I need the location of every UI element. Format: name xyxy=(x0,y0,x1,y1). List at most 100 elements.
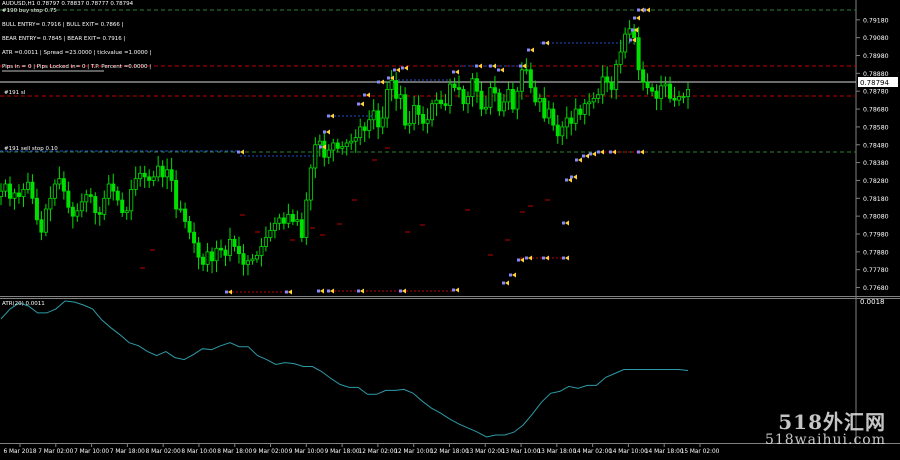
trade-arrow xyxy=(360,288,364,294)
time-tick-label: 14 Mar 10:00 xyxy=(609,449,648,455)
trade-arrow xyxy=(545,40,549,46)
candle-body-down xyxy=(183,208,188,222)
trade-arrow xyxy=(585,153,589,159)
candle xyxy=(34,188,39,225)
candle-body-up xyxy=(591,97,596,103)
candle xyxy=(272,217,277,239)
candle xyxy=(533,80,538,106)
trade-dot xyxy=(497,68,500,72)
candle-body-up xyxy=(106,183,111,199)
candle xyxy=(448,78,453,114)
candle-body-down xyxy=(609,81,614,90)
candle-body-down xyxy=(605,76,610,83)
candle xyxy=(528,62,533,94)
trade-dot xyxy=(570,175,573,179)
candle xyxy=(25,172,30,194)
candle xyxy=(88,188,93,204)
candle-body-down xyxy=(578,108,583,115)
candle xyxy=(326,144,331,165)
time-tick-label: 15 Mar 02:00 xyxy=(681,449,720,455)
time-tick-label: 14 Mar 02:00 xyxy=(573,449,612,455)
atr-axis-value: 0.0018 xyxy=(860,298,885,306)
price-axis: 0.79180 0.79080 0.78980 0.78880 0.78780 0.786… xyxy=(856,17,889,292)
trade-dot xyxy=(452,288,455,292)
candle xyxy=(79,193,84,218)
candle xyxy=(465,91,470,114)
time-tick-label: 7 Mar 10:00 xyxy=(74,449,109,455)
candle-body-up xyxy=(313,144,318,169)
candle xyxy=(663,76,668,98)
trade-arrow xyxy=(455,287,459,293)
candle xyxy=(304,192,309,245)
trade-arrow xyxy=(592,151,596,157)
trade-dot xyxy=(525,256,528,260)
candle xyxy=(555,115,560,144)
trade-dot xyxy=(542,41,545,45)
candle-body-down xyxy=(147,176,152,181)
candle-body-down xyxy=(668,83,673,99)
candle xyxy=(115,186,120,206)
candle-body-up xyxy=(483,106,488,110)
candle-body-up xyxy=(488,87,493,108)
price-tick-label: 0.79080 xyxy=(863,35,889,42)
candle-body-up xyxy=(227,238,232,256)
candle xyxy=(560,121,565,146)
trade-dot xyxy=(387,76,390,80)
candle-body-down xyxy=(66,190,71,208)
candle-body-up xyxy=(129,188,134,212)
candle-body-up xyxy=(681,96,686,98)
candle xyxy=(84,189,89,213)
candle-body-up xyxy=(582,103,587,115)
trade-arrow xyxy=(573,174,577,180)
candle xyxy=(156,155,161,182)
candle-body-down xyxy=(241,253,246,265)
candle xyxy=(169,157,174,192)
candle-body-down xyxy=(641,69,646,83)
candle xyxy=(367,110,372,139)
candle-body-down xyxy=(421,114,426,124)
candle xyxy=(564,106,569,139)
trade-dot xyxy=(237,150,240,154)
candle xyxy=(578,104,583,120)
trade-dot xyxy=(589,152,592,156)
candle-body-down xyxy=(322,140,327,158)
candle xyxy=(331,138,336,162)
price-tick-label: 0.78680 xyxy=(863,107,889,114)
price-tick-label: 0.78880 xyxy=(863,71,889,78)
bull-entry-info: BULL ENTRY= 0.7916 | BULL EXIT= 0.7866 | xyxy=(2,22,124,28)
time-tick-label: 8 Mar 02:00 xyxy=(146,449,181,455)
trade-dot xyxy=(327,114,330,118)
candle-body-up xyxy=(380,117,385,128)
chart-area[interactable]: 0.79180 0.79080 0.78980 0.78880 0.78780 0.786… xyxy=(0,0,900,456)
trade-arrow xyxy=(455,69,459,75)
price-tick-label: 0.78780 xyxy=(863,89,889,96)
candle-body-up xyxy=(75,210,80,217)
candle-body-down xyxy=(654,90,659,99)
candle xyxy=(488,80,493,115)
candle xyxy=(452,77,457,92)
candle xyxy=(443,94,448,111)
candle-body-down xyxy=(650,87,655,92)
candle-body-up xyxy=(573,108,578,124)
trade-dot xyxy=(327,289,330,293)
candle xyxy=(371,99,376,130)
candle xyxy=(21,183,26,208)
candle xyxy=(407,111,412,134)
candle-body-up xyxy=(138,172,143,180)
candle xyxy=(187,216,192,240)
trade-dot xyxy=(637,8,640,12)
candle xyxy=(519,62,524,100)
candle-body-down xyxy=(160,165,165,178)
candle-body-up xyxy=(268,230,273,238)
candle xyxy=(183,202,188,229)
candle-body-up xyxy=(587,101,592,105)
trade-arrow xyxy=(505,280,509,286)
candle-body-up xyxy=(48,197,53,210)
candle-body-up xyxy=(546,108,551,119)
trade-dot xyxy=(489,64,492,68)
candle-body-down xyxy=(510,89,515,110)
time-tick-label: 8 Mar 18:00 xyxy=(217,449,252,455)
candle xyxy=(70,202,75,229)
candle xyxy=(650,83,655,97)
candle-body-down xyxy=(97,212,102,215)
